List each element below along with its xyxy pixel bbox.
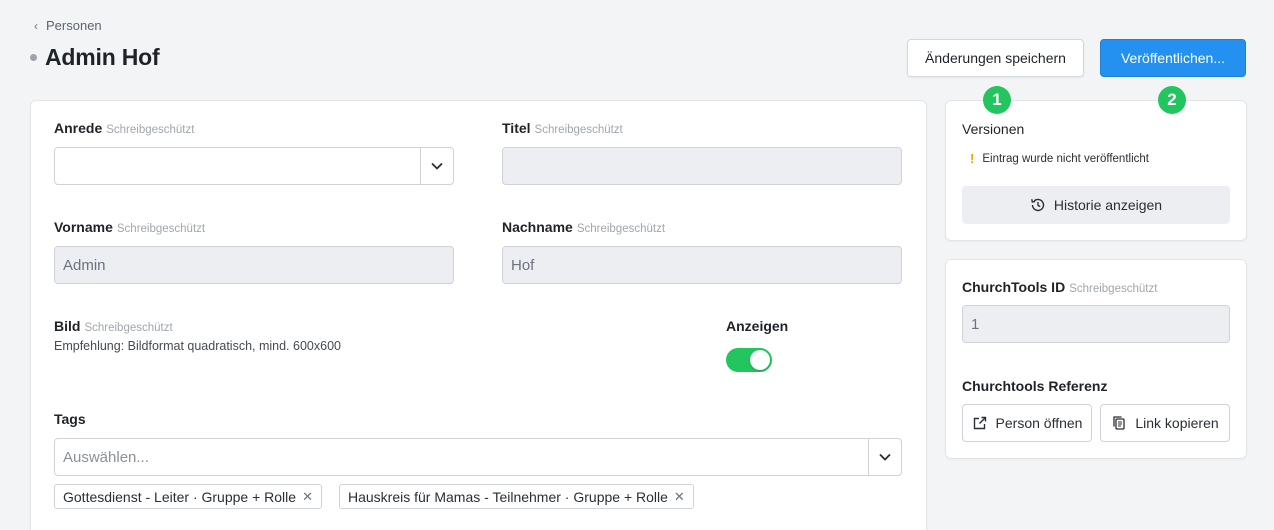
tag-chip-label: Hauskreis für Mamas - Teilnehmer · Grupp…: [348, 488, 668, 505]
tags-label: Tags: [54, 411, 86, 427]
external-link-icon: [973, 416, 986, 430]
copy-link-button[interactable]: Link kopieren: [1100, 404, 1230, 442]
copy-link-label: Link kopieren: [1135, 415, 1219, 431]
show-history-button[interactable]: Historie anzeigen: [962, 186, 1230, 224]
page-title: Admin Hof: [45, 44, 160, 70]
nachname-label: Nachname Schreibgeschützt: [502, 219, 665, 235]
page-header: Admin Hof: [30, 44, 160, 71]
churchtools-id-label-text: ChurchTools ID: [962, 279, 1066, 295]
bild-label: Bild Schreibgeschützt: [54, 318, 173, 334]
publish-button[interactable]: Veröffentlichen...: [1100, 39, 1246, 77]
titel-field[interactable]: [502, 147, 902, 185]
vorname-field[interactable]: Admin: [54, 246, 454, 284]
anzeigen-toggle[interactable]: [726, 348, 772, 372]
anrede-label: Anrede Schreibgeschützt: [54, 120, 194, 136]
bild-hint: Empfehlung: Bildformat quadratisch, mind…: [54, 339, 341, 353]
open-person-button[interactable]: Person öffnen: [962, 404, 1092, 442]
chevron-down-icon[interactable]: [868, 439, 901, 475]
tags-placeholder: Auswählen...: [63, 448, 149, 466]
history-icon: [1031, 198, 1045, 212]
tags-select[interactable]: Auswählen...: [54, 438, 902, 476]
readonly-hint: Schreibgeschützt: [534, 124, 623, 136]
readonly-hint: Schreibgeschützt: [106, 124, 195, 136]
chevron-left-icon: ‹: [34, 18, 38, 33]
show-history-label: Historie anzeigen: [1053, 197, 1163, 213]
churchtools-reference-label: Churchtools Referenz: [962, 378, 1108, 394]
remove-tag-icon[interactable]: ✕: [302, 489, 313, 505]
publish-warning: ! Eintrag wurde nicht veröffentlicht: [970, 151, 1149, 166]
nachname-label-text: Nachname: [502, 219, 573, 235]
nachname-field[interactable]: Hof: [502, 246, 902, 284]
chevron-down-icon[interactable]: [420, 148, 453, 184]
readonly-hint: Schreibgeschützt: [116, 223, 206, 235]
churchtools-id-value: 1: [971, 315, 980, 333]
anzeigen-label: Anzeigen: [726, 318, 789, 334]
anrede-select[interactable]: [54, 147, 454, 185]
open-person-label: Person öffnen: [995, 415, 1083, 431]
tag-chip-label: Gottesdienst - Leiter · Gruppe + Rolle: [63, 488, 297, 505]
person-form-card: Anrede Schreibgeschützt Titel Schreibgesch…: [30, 100, 927, 530]
publish-warning-text: Eintrag wurde nicht veröffentlicht: [982, 152, 1149, 165]
breadcrumb-label: Personen: [46, 18, 102, 33]
vorname-label: Vorname Schreibgeschützt: [54, 219, 205, 235]
annotation-marker-1: 1: [983, 86, 1011, 114]
breadcrumb[interactable]: ‹ Personen: [34, 18, 102, 33]
readonly-hint: Schreibgeschützt: [1069, 283, 1158, 295]
remove-tag-icon[interactable]: ✕: [674, 489, 685, 505]
readonly-hint: Schreibgeschützt: [84, 322, 173, 334]
churchtools-id-field[interactable]: 1: [962, 305, 1230, 343]
annotation-marker-2: 2: [1158, 86, 1186, 114]
anrede-label-text: Anrede: [54, 120, 103, 136]
warning-icon: !: [970, 151, 975, 166]
churchtools-id-label: ChurchTools ID Schreibgeschützt: [962, 279, 1157, 295]
copy-icon: [1113, 416, 1126, 430]
bild-label-text: Bild: [54, 318, 81, 334]
churchtools-card: ChurchTools ID Schreibgeschützt 1 Churcht…: [945, 259, 1247, 459]
readonly-hint: Schreibgeschützt: [576, 223, 666, 235]
titel-label: Titel Schreibgeschützt: [502, 120, 623, 136]
tag-chip: Gottesdienst - Leiter · Gruppe + Rolle ✕: [54, 484, 322, 509]
save-changes-button[interactable]: Änderungen speichern: [907, 39, 1084, 77]
versions-card: Versionen ! Eintrag wurde nicht veröffen…: [945, 100, 1247, 241]
titel-label-text: Titel: [502, 120, 531, 136]
tag-chip: Hauskreis für Mamas - Teilnehmer · Grupp…: [339, 484, 694, 509]
vorname-value: Admin: [63, 256, 106, 274]
status-dot: [30, 54, 37, 61]
versions-title: Versionen: [962, 121, 1025, 137]
toggle-knob: [750, 350, 770, 370]
vorname-label-text: Vorname: [54, 219, 113, 235]
nachname-value: Hof: [511, 256, 535, 274]
